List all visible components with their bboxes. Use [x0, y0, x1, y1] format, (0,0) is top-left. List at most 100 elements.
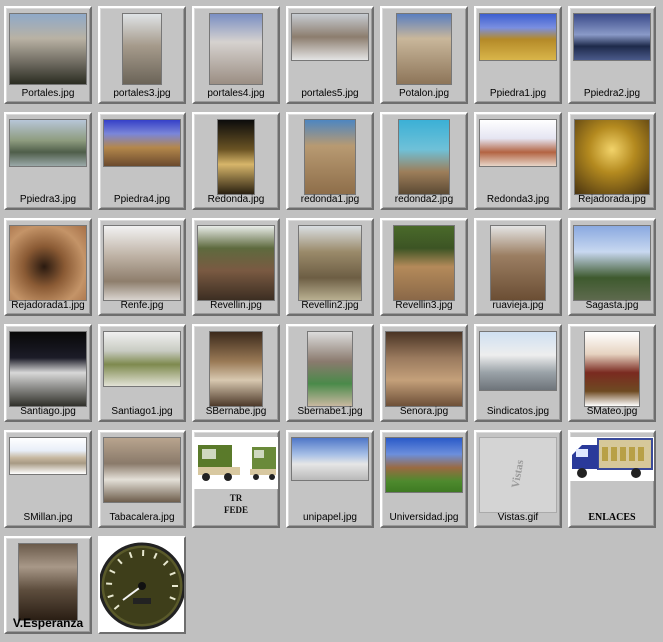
file-thumbnail-cell[interactable]: portales5.jpg: [286, 6, 374, 104]
file-browser-grid: Portales.jpg portales3.jpg portales4.jpg po…: [0, 0, 663, 642]
file-thumbnail-cell[interactable]: V.Esperanza: [4, 536, 92, 634]
thumbnail-caption: TR FEDE: [223, 493, 248, 515]
church-photo-icon: [398, 119, 450, 195]
file-name-label: Ppiedra2.jpg: [583, 88, 641, 99]
delivery-truck-icon: [570, 437, 654, 481]
statue-photo-icon: [573, 225, 651, 301]
building-photo-icon: [9, 437, 87, 475]
file-name-label: Renfe.jpg: [120, 300, 164, 311]
bridge-photo-icon: [9, 119, 87, 167]
file-name-label: ruavieja.jpg: [492, 300, 544, 311]
file-thumbnail-cell[interactable]: [98, 536, 186, 634]
bridge-photo-icon: [479, 13, 557, 61]
tunnel-photo-icon: [9, 225, 87, 301]
station-photo-icon: [103, 225, 181, 301]
campus-photo-icon: [385, 437, 463, 493]
file-name-label: portales5.jpg: [301, 88, 359, 99]
file-thumbnail-cell[interactable]: SBernabe.jpg: [192, 324, 280, 422]
vistas-image-icon: Vistas: [479, 437, 557, 513]
file-name-label: SMateo.jpg: [586, 406, 638, 417]
file-name-label: Senora.jpg: [399, 406, 449, 417]
procession-photo-icon: [307, 331, 353, 407]
file-name-label: redonda1.jpg: [300, 194, 360, 205]
file-name-label: Vistas.gif: [497, 512, 539, 523]
file-thumbnail-cell[interactable]: SMillan.jpg: [4, 430, 92, 528]
altar-photo-icon: [209, 331, 263, 407]
building-photo-icon: [479, 331, 557, 391]
church-photo-icon: [479, 119, 557, 167]
file-thumbnail-cell[interactable]: Rejadorada1.jpg: [4, 218, 92, 316]
bridge-photo-icon: [573, 13, 651, 61]
file-name-label: Portales.jpg: [21, 88, 75, 99]
file-name-label: Sagasta.jpg: [585, 300, 639, 311]
sculpture-photo-icon: [103, 331, 181, 387]
file-thumbnail-cell[interactable]: Universidad.jpg: [380, 430, 468, 528]
street-photo-icon: [490, 225, 546, 301]
file-thumbnail-cell[interactable]: portales3.jpg: [98, 6, 186, 104]
file-thumbnail-cell[interactable]: Revellin2.jpg: [286, 218, 374, 316]
file-name-label: Redonda3.jpg: [486, 194, 550, 205]
file-thumbnail-cell[interactable]: Portales.jpg: [4, 6, 92, 104]
cellar-photo-icon: [574, 119, 650, 195]
file-name-label: portales4.jpg: [207, 88, 265, 99]
building-photo-icon: [209, 13, 263, 85]
file-thumbnail-cell[interactable]: Sindicatos.jpg: [474, 324, 562, 422]
file-thumbnail-cell[interactable]: Ppiedra3.jpg: [4, 112, 92, 210]
file-thumbnail-cell[interactable]: Ppiedra1.jpg: [474, 6, 562, 104]
file-name-label: ENLACES: [588, 512, 636, 523]
wall-photo-icon: [393, 225, 455, 301]
building-photo-icon: [396, 13, 452, 85]
file-name-label: Revellin2.jpg: [301, 300, 359, 311]
file-thumbnail-cell[interactable]: Tabacalera.jpg: [98, 430, 186, 528]
file-name-label: SMillan.jpg: [23, 512, 73, 523]
file-thumbnail-cell[interactable]: redonda2.jpg: [380, 112, 468, 210]
file-thumbnail-cell[interactable]: Sbernabe1.jpg: [286, 324, 374, 422]
file-name-label: Santiago.jpg: [20, 406, 76, 417]
church-photo-icon: [304, 119, 356, 195]
street-photo-icon: [291, 13, 369, 61]
file-name-label: Universidad.jpg: [389, 512, 459, 523]
file-thumbnail-cell[interactable]: Renfe.jpg: [98, 218, 186, 316]
file-name-label: Potalon.jpg: [398, 88, 450, 99]
file-name-label: Santiago1.jpg: [111, 406, 173, 417]
wall-photo-icon: [197, 225, 275, 301]
file-thumbnail-cell[interactable]: redonda1.jpg: [286, 112, 374, 210]
truck-photo-icon: [194, 437, 278, 489]
file-name-label: Tabacalera.jpg: [109, 512, 175, 523]
file-name-label: Sindicatos.jpg: [486, 406, 550, 417]
file-name-label: Sbernabe1.jpg: [297, 406, 363, 417]
file-thumbnail-cell[interactable]: Ppiedra2.jpg: [568, 6, 656, 104]
sculpture-photo-icon: [103, 437, 181, 503]
fountain-photo-icon: [385, 331, 463, 407]
file-thumbnail-cell[interactable]: SMateo.jpg: [568, 324, 656, 422]
file-name-label: portales3.jpg: [113, 88, 171, 99]
file-thumbnail-cell[interactable]: ruavieja.jpg: [474, 218, 562, 316]
file-thumbnail-cell[interactable]: Santiago1.jpg: [98, 324, 186, 422]
file-thumbnail-cell[interactable]: Senora.jpg: [380, 324, 468, 422]
file-thumbnail-cell[interactable]: Revellin3.jpg: [380, 218, 468, 316]
file-thumbnail-cell[interactable]: portales4.jpg: [192, 6, 280, 104]
file-thumbnail-cell[interactable]: unipapel.jpg: [286, 430, 374, 528]
file-name-label: SBernabe.jpg: [205, 406, 267, 417]
thumbnail-caption: Vistas: [509, 459, 527, 489]
file-name-label: Ppiedra3.jpg: [19, 194, 77, 205]
file-thumbnail-cell[interactable]: Santiago.jpg: [4, 324, 92, 422]
file-thumbnail-cell[interactable]: Potalon.jpg: [380, 6, 468, 104]
file-thumbnail-cell[interactable]: Redonda3.jpg: [474, 112, 562, 210]
file-thumbnail-cell[interactable]: TR FEDE: [192, 430, 280, 528]
file-name-label: redonda2.jpg: [394, 194, 454, 205]
file-name-label: Rejadorada.jpg: [578, 194, 646, 205]
file-thumbnail-cell[interactable]: Sagasta.jpg: [568, 218, 656, 316]
file-thumbnail-cell[interactable]: Revellin.jpg: [192, 218, 280, 316]
speedometer-icon: [100, 538, 184, 632]
file-thumbnail-cell[interactable]: Redonda.jpg: [192, 112, 280, 210]
bridge-photo-icon: [103, 119, 181, 167]
church-night-photo-icon: [217, 119, 255, 195]
file-thumbnail-cell[interactable]: Vistas Vistas.gif: [474, 430, 562, 528]
file-thumbnail-cell[interactable]: Ppiedra4.jpg: [98, 112, 186, 210]
church-night-photo-icon: [9, 331, 87, 407]
file-name-label: V.Esperanza: [12, 616, 84, 630]
virgin-altar-photo-icon: [18, 543, 78, 621]
file-thumbnail-cell[interactable]: ENLACES: [568, 430, 656, 528]
file-thumbnail-cell[interactable]: Rejadorada.jpg: [568, 112, 656, 210]
